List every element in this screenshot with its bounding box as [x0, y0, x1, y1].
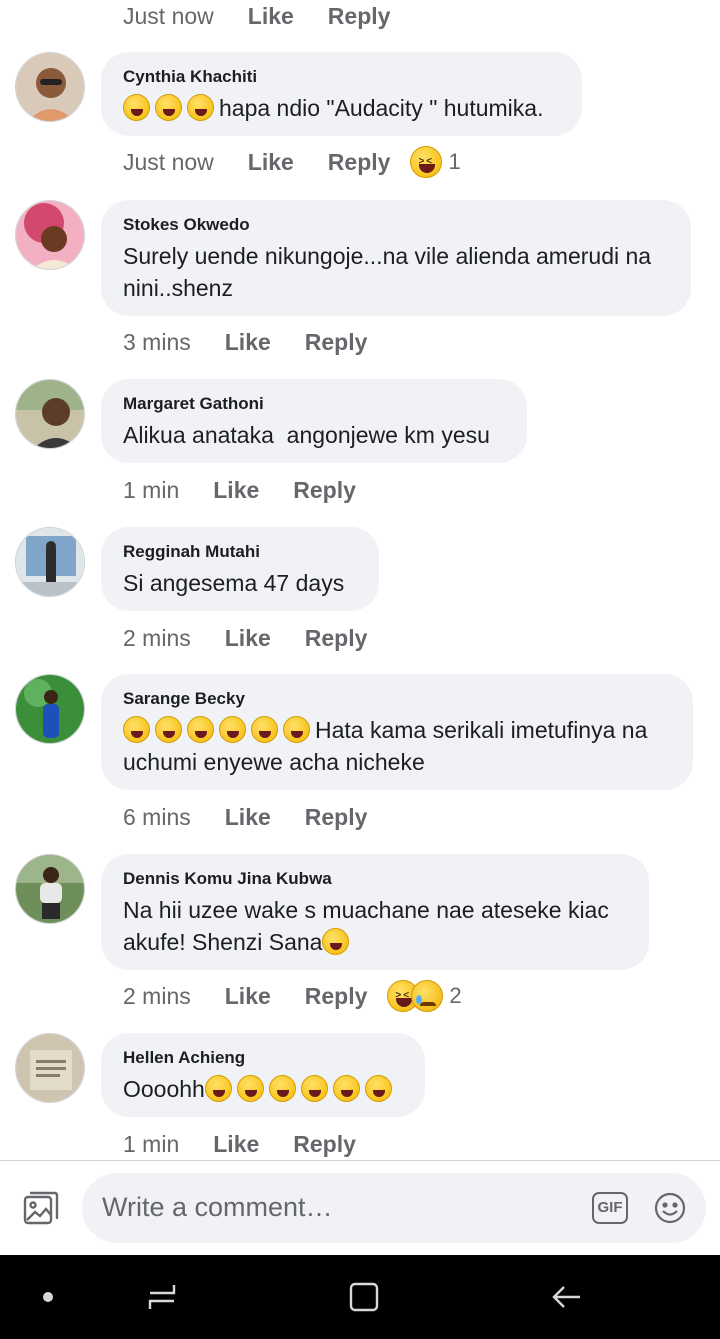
comment-author[interactable]: Hellen Achieng [123, 1047, 403, 1069]
comment-body: Surely uende nikungoje...na vile alienda… [123, 243, 658, 301]
comment-actions: 2 mins Like Reply [123, 618, 367, 658]
comment-actions: Just now Like Reply [123, 0, 390, 36]
comment-body: Alikua anataka angonjewe km yesu [123, 422, 490, 448]
comment-body: Oooohh [123, 1076, 205, 1102]
comment-text: Oooohh [123, 1073, 403, 1105]
comment-time: 1 min [123, 1130, 180, 1157]
avatar[interactable] [15, 52, 85, 122]
like-button[interactable]: Like [213, 1131, 259, 1158]
comment-time: 2 mins [123, 982, 191, 1009]
reply-button[interactable]: Reply [328, 149, 391, 176]
comment-bubble[interactable]: Sarange Becky Hata kama serikali imetufi… [101, 674, 693, 790]
reply-button[interactable]: Reply [305, 804, 368, 831]
sad-face-icon [411, 980, 444, 1012]
avatar[interactable] [15, 854, 85, 924]
reply-button[interactable]: Reply [305, 329, 368, 356]
rofl-emoji-icon [364, 1075, 392, 1102]
rofl-emoji-icon [123, 716, 150, 743]
comment-feed[interactable]: Just now Like Reply Cynthia Khachiti hap… [0, 0, 720, 1160]
comment-time: 2 mins [123, 624, 191, 651]
reaction-summary[interactable]: >< 1 [410, 146, 461, 178]
comment-text: Na hii uzee wake s muachane nae ateseke … [123, 894, 627, 958]
rofl-emoji-icon [322, 928, 350, 955]
comment-body: Si angesema 47 days [123, 570, 345, 596]
reaction-count: 2 [449, 983, 462, 1008]
rofl-emoji-icon [204, 1075, 232, 1102]
reply-button[interactable]: Reply [293, 1131, 356, 1158]
comment-actions: 1 min Like Reply [123, 470, 356, 510]
comment-text: Hata kama serikali imetufinya na uchumi … [123, 714, 671, 778]
comment-input[interactable]: Write a comment… GIF [82, 1173, 706, 1243]
comment-text: hapa ndio "Audacity " hutumika. [123, 92, 560, 124]
comment-bubble[interactable]: Margaret Gathoni Alikua anataka angonjew… [101, 379, 527, 463]
rofl-emoji-icon [155, 94, 182, 121]
comment-bubble[interactable]: Dennis Komu Jina Kubwa Na hii uzee wake … [101, 854, 649, 970]
like-button[interactable]: Like [225, 625, 271, 652]
system-nav-bar [0, 1255, 720, 1339]
reply-button[interactable]: Reply [328, 3, 391, 30]
comment-author[interactable]: Margaret Gathoni [123, 393, 505, 415]
rofl-emoji-icon [187, 716, 214, 743]
recent-apps-icon[interactable] [144, 1279, 180, 1315]
avatar[interactable] [15, 674, 85, 744]
comment-time: 6 mins [123, 803, 191, 830]
avatar[interactable] [15, 200, 85, 270]
reply-button[interactable]: Reply [305, 983, 368, 1010]
gif-button[interactable]: GIF [592, 1192, 628, 1224]
like-button[interactable]: Like [225, 983, 271, 1010]
avatar[interactable] [15, 379, 85, 449]
comment-composer: Write a comment… GIF [0, 1160, 720, 1255]
rofl-emoji-icon [268, 1075, 296, 1102]
comment-actions: 1 min Like Reply [123, 1124, 356, 1160]
reaction-summary[interactable]: >< 2 [387, 980, 462, 1012]
rofl-emoji-icon [219, 716, 246, 743]
comment-author[interactable]: Sarange Becky [123, 688, 671, 710]
comment-bubble[interactable]: Stokes Okwedo Surely uende nikungoje...n… [101, 200, 691, 316]
comment-actions: 6 mins Like Reply [123, 797, 367, 837]
like-button[interactable]: Like [248, 3, 294, 30]
comment-actions: 3 mins Like Reply [123, 322, 367, 362]
rofl-emoji-icon [236, 1075, 264, 1102]
comment-bubble[interactable]: Regginah Mutahi Si angesema 47 days [101, 527, 379, 611]
home-icon[interactable] [346, 1279, 382, 1315]
reaction-count: 1 [448, 149, 461, 174]
rofl-emoji-icon [123, 94, 150, 121]
comment-bubble[interactable]: Cynthia Khachiti hapa ndio "Audacity " h… [101, 52, 582, 136]
comment-body: Na hii uzee wake s muachane nae ateseke … [123, 897, 616, 955]
photo-icon[interactable] [22, 1189, 60, 1227]
rofl-emoji-icon [300, 1075, 328, 1102]
comment-input-placeholder: Write a comment… [102, 1192, 333, 1222]
avatar[interactable] [15, 527, 85, 597]
reply-button[interactable]: Reply [293, 477, 356, 504]
comment-bubble[interactable]: Hellen Achieng Oooohh [101, 1033, 425, 1117]
rofl-emoji-icon [332, 1075, 360, 1102]
comment-author[interactable]: Cynthia Khachiti [123, 66, 560, 88]
comment-author[interactable]: Stokes Okwedo [123, 214, 669, 236]
comment-time: 1 min [123, 476, 180, 503]
comment-author[interactable]: Regginah Mutahi [123, 541, 357, 563]
comment-time: Just now [123, 2, 214, 29]
like-button[interactable]: Like [225, 329, 271, 356]
comment-actions: 2 mins Like Reply >< 2 [123, 976, 462, 1016]
comment-time: 3 mins [123, 328, 191, 355]
comment-actions: Just now Like Reply >< 1 [123, 142, 461, 182]
back-icon[interactable] [548, 1279, 584, 1315]
like-button[interactable]: Like [225, 804, 271, 831]
avatar[interactable] [15, 1033, 85, 1103]
rofl-emoji-icon [187, 94, 214, 121]
like-button[interactable]: Like [248, 149, 294, 176]
rofl-emoji-icon [251, 716, 278, 743]
like-button[interactable]: Like [213, 477, 259, 504]
comment-body: hapa ndio "Audacity " hutumika. [219, 95, 544, 121]
reply-button[interactable]: Reply [305, 625, 368, 652]
comment-time: Just now [123, 148, 214, 175]
smiley-icon[interactable] [653, 1191, 687, 1225]
laughing-face-icon: >< [410, 146, 443, 178]
comment-author[interactable]: Dennis Komu Jina Kubwa [123, 868, 627, 890]
rofl-emoji-icon [155, 716, 182, 743]
dot-icon[interactable] [43, 1292, 53, 1302]
rofl-emoji-icon [283, 716, 310, 743]
